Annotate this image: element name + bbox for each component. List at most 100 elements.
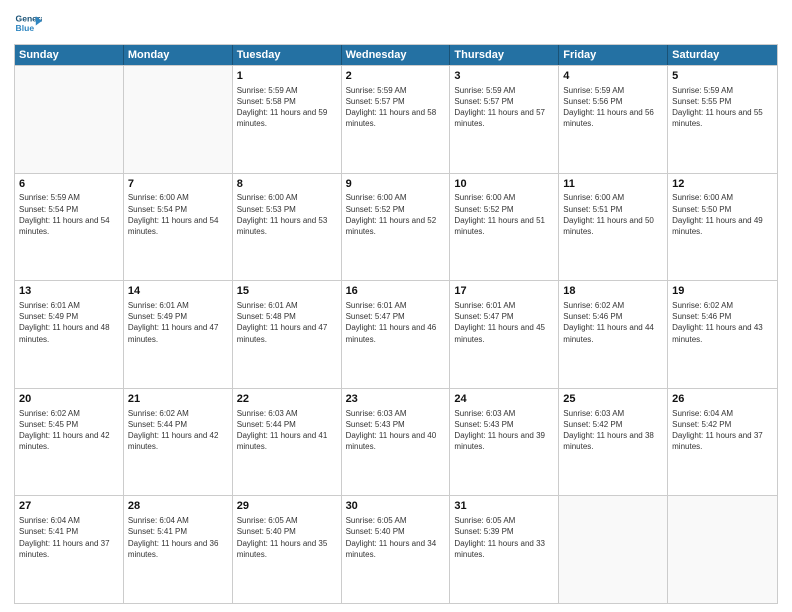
calendar-week: 27 Sunrise: 6:04 AM Sunset: 5:41 PM Dayli…: [15, 495, 777, 603]
day-number: 1: [237, 69, 337, 84]
calendar-cell: 24Sunrise: 6:03 AM Sunset: 5:43 PM Dayli…: [450, 389, 559, 496]
day-number: 18: [563, 284, 663, 299]
day-number: 27: [19, 499, 119, 514]
calendar-cell: 13Sunrise: 6:01 AM Sunset: 5:49 PM Dayli…: [15, 281, 124, 388]
calendar-cell: 1Sunrise: 5:59 AM Sunset: 5:58 PM Daylig…: [233, 66, 342, 173]
day-number: 14: [128, 284, 228, 299]
calendar-page: General Blue SundayMondayTuesdayWednesda…: [0, 0, 792, 612]
cell-details: Sunrise: 6:02 AM Sunset: 5:44 PM Dayligh…: [128, 408, 228, 453]
cell-details: Sunrise: 5:59 AM Sunset: 5:57 PM Dayligh…: [454, 85, 554, 130]
calendar-header: SundayMondayTuesdayWednesdayThursdayFrid…: [15, 45, 777, 65]
calendar-header-cell: Wednesday: [342, 45, 451, 65]
calendar-week: 13Sunrise: 6:01 AM Sunset: 5:49 PM Dayli…: [15, 280, 777, 388]
calendar-cell: 21Sunrise: 6:02 AM Sunset: 5:44 PM Dayli…: [124, 389, 233, 496]
day-number: 30: [346, 499, 446, 514]
day-number: 24: [454, 392, 554, 407]
calendar-cell: 9Sunrise: 6:00 AM Sunset: 5:52 PM Daylig…: [342, 174, 451, 281]
day-number: 19: [672, 284, 773, 299]
cell-details: Sunrise: 6:05 AM Sunset: 5:40 PM Dayligh…: [237, 515, 337, 560]
cell-details: Sunrise: 5:59 AM Sunset: 5:58 PM Dayligh…: [237, 85, 337, 130]
logo: General Blue: [14, 10, 46, 38]
calendar-cell: 17Sunrise: 6:01 AM Sunset: 5:47 PM Dayli…: [450, 281, 559, 388]
cell-details: Sunrise: 6:03 AM Sunset: 5:44 PM Dayligh…: [237, 408, 337, 453]
calendar-cell: 6Sunrise: 5:59 AM Sunset: 5:54 PM Daylig…: [15, 174, 124, 281]
calendar-cell: 25Sunrise: 6:03 AM Sunset: 5:42 PM Dayli…: [559, 389, 668, 496]
calendar-cell: 23Sunrise: 6:03 AM Sunset: 5:43 PM Dayli…: [342, 389, 451, 496]
calendar-cell: 20Sunrise: 6:02 AM Sunset: 5:45 PM Dayli…: [15, 389, 124, 496]
day-number: 23: [346, 392, 446, 407]
day-number: 8: [237, 177, 337, 192]
cell-details: Sunrise: 6:01 AM Sunset: 5:48 PM Dayligh…: [237, 300, 337, 345]
day-number: 10: [454, 177, 554, 192]
calendar-header-cell: Thursday: [450, 45, 559, 65]
calendar-cell: 27Sunrise: 6:04 AM Sunset: 5:41 PM Dayli…: [15, 496, 124, 603]
calendar-header-cell: Friday: [559, 45, 668, 65]
calendar-header-cell: Saturday: [668, 45, 777, 65]
calendar-header-cell: Monday: [124, 45, 233, 65]
cell-details: Sunrise: 5:59 AM Sunset: 5:57 PM Dayligh…: [346, 85, 446, 130]
cell-details: Sunrise: 5:59 AM Sunset: 5:55 PM Dayligh…: [672, 85, 773, 130]
calendar-cell: 14Sunrise: 6:01 AM Sunset: 5:49 PM Dayli…: [124, 281, 233, 388]
day-number: 28: [128, 499, 228, 514]
calendar-cell: [124, 66, 233, 173]
cell-details: Sunrise: 6:03 AM Sunset: 5:43 PM Dayligh…: [454, 408, 554, 453]
svg-text:Blue: Blue: [16, 23, 35, 33]
cell-details: Sunrise: 6:03 AM Sunset: 5:42 PM Dayligh…: [563, 408, 663, 453]
calendar-cell: 22Sunrise: 6:03 AM Sunset: 5:44 PM Dayli…: [233, 389, 342, 496]
calendar-cell: 10Sunrise: 6:00 AM Sunset: 5:52 PM Dayli…: [450, 174, 559, 281]
calendar-cell: 15Sunrise: 6:01 AM Sunset: 5:48 PM Dayli…: [233, 281, 342, 388]
cell-details: Sunrise: 6:05 AM Sunset: 5:40 PM Dayligh…: [346, 515, 446, 560]
cell-details: Sunrise: 6:00 AM Sunset: 5:52 PM Dayligh…: [454, 192, 554, 237]
day-number: 3: [454, 69, 554, 84]
calendar-header-cell: Tuesday: [233, 45, 342, 65]
cell-details: Sunrise: 6:04 AM Sunset: 5:41 PM Dayligh…: [128, 515, 228, 560]
cell-details: Sunrise: 6:02 AM Sunset: 5:46 PM Dayligh…: [563, 300, 663, 345]
cell-details: Sunrise: 6:02 AM Sunset: 5:45 PM Dayligh…: [19, 408, 119, 453]
day-number: 12: [672, 177, 773, 192]
calendar-cell: 3Sunrise: 5:59 AM Sunset: 5:57 PM Daylig…: [450, 66, 559, 173]
day-number: 17: [454, 284, 554, 299]
calendar-body: 1Sunrise: 5:59 AM Sunset: 5:58 PM Daylig…: [15, 65, 777, 603]
calendar-cell: 19Sunrise: 6:02 AM Sunset: 5:46 PM Dayli…: [668, 281, 777, 388]
day-number: 29: [237, 499, 337, 514]
day-number: 22: [237, 392, 337, 407]
day-number: 26: [672, 392, 773, 407]
calendar-cell: 31Sunrise: 6:05 AM Sunset: 5:39 PM Dayli…: [450, 496, 559, 603]
day-number: 21: [128, 392, 228, 407]
day-number: 15: [237, 284, 337, 299]
day-number: 20: [19, 392, 119, 407]
calendar-cell: 29Sunrise: 6:05 AM Sunset: 5:40 PM Dayli…: [233, 496, 342, 603]
day-number: 11: [563, 177, 663, 192]
cell-details: Sunrise: 6:05 AM Sunset: 5:39 PM Dayligh…: [454, 515, 554, 560]
day-number: 16: [346, 284, 446, 299]
cell-details: Sunrise: 5:59 AM Sunset: 5:56 PM Dayligh…: [563, 85, 663, 130]
day-number: 6: [19, 177, 119, 192]
calendar-week: 20Sunrise: 6:02 AM Sunset: 5:45 PM Dayli…: [15, 388, 777, 496]
day-number: 5: [672, 69, 773, 84]
cell-details: Sunrise: 6:01 AM Sunset: 5:47 PM Dayligh…: [454, 300, 554, 345]
calendar-cell: 5Sunrise: 5:59 AM Sunset: 5:55 PM Daylig…: [668, 66, 777, 173]
calendar-week: 1Sunrise: 5:59 AM Sunset: 5:58 PM Daylig…: [15, 65, 777, 173]
calendar-grid: SundayMondayTuesdayWednesdayThursdayFrid…: [14, 44, 778, 604]
calendar-cell: [15, 66, 124, 173]
cell-details: Sunrise: 6:00 AM Sunset: 5:54 PM Dayligh…: [128, 192, 228, 237]
day-number: 31: [454, 499, 554, 514]
calendar-cell: 8Sunrise: 6:00 AM Sunset: 5:53 PM Daylig…: [233, 174, 342, 281]
day-number: 7: [128, 177, 228, 192]
calendar-cell: 11Sunrise: 6:00 AM Sunset: 5:51 PM Dayli…: [559, 174, 668, 281]
calendar-cell: 16Sunrise: 6:01 AM Sunset: 5:47 PM Dayli…: [342, 281, 451, 388]
cell-details: Sunrise: 6:01 AM Sunset: 5:49 PM Dayligh…: [128, 300, 228, 345]
calendar-cell: [668, 496, 777, 603]
calendar-cell: 2Sunrise: 5:59 AM Sunset: 5:57 PM Daylig…: [342, 66, 451, 173]
page-header: General Blue: [14, 10, 778, 38]
calendar-cell: 7Sunrise: 6:00 AM Sunset: 5:54 PM Daylig…: [124, 174, 233, 281]
calendar-cell: 26Sunrise: 6:04 AM Sunset: 5:42 PM Dayli…: [668, 389, 777, 496]
day-number: 4: [563, 69, 663, 84]
calendar-cell: 28Sunrise: 6:04 AM Sunset: 5:41 PM Dayli…: [124, 496, 233, 603]
cell-details: Sunrise: 6:00 AM Sunset: 5:52 PM Dayligh…: [346, 192, 446, 237]
calendar-cell: 18Sunrise: 6:02 AM Sunset: 5:46 PM Dayli…: [559, 281, 668, 388]
cell-details: Sunrise: 5:59 AM Sunset: 5:54 PM Dayligh…: [19, 192, 119, 237]
calendar-cell: [559, 496, 668, 603]
calendar-cell: 4Sunrise: 5:59 AM Sunset: 5:56 PM Daylig…: [559, 66, 668, 173]
cell-details: Sunrise: 6:02 AM Sunset: 5:46 PM Dayligh…: [672, 300, 773, 345]
